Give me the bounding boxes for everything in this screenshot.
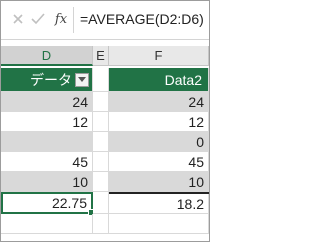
spreadsheet-window: fx =AVERAGE(D2:D6) D E F データ Data2 24 24… (0, 0, 210, 242)
result-cell-f[interactable]: 18.2 (109, 194, 209, 214)
column-e-cell[interactable] (93, 214, 109, 234)
column-e-cell[interactable] (93, 68, 109, 92)
table-cell-f[interactable]: 24 (109, 92, 209, 112)
column-e-cell[interactable] (93, 112, 109, 132)
filter-dropdown-icon[interactable] (75, 73, 89, 87)
column-header-e[interactable]: E (93, 46, 109, 66)
column-e-cell[interactable] (93, 152, 109, 172)
column-e-cell[interactable] (93, 192, 109, 214)
table-cell-d[interactable]: 24 (1, 92, 93, 112)
formula-bar: fx =AVERAGE(D2:D6) (1, 1, 209, 40)
table-cell-d[interactable]: 10 (1, 172, 93, 192)
formula-bar-divider (73, 7, 74, 33)
table-cell-d-empty[interactable] (1, 132, 93, 152)
formula-input[interactable]: =AVERAGE(D2:D6) (80, 11, 204, 27)
column-f-header-cell[interactable]: Data2 (109, 68, 209, 92)
column-e-cell[interactable] (93, 172, 109, 192)
column-e-cell[interactable] (93, 132, 109, 152)
table-cell-d[interactable]: 45 (1, 152, 93, 172)
column-e-cell[interactable] (93, 92, 109, 112)
table-cell-f[interactable]: 10 (109, 172, 209, 192)
active-result-cell-d[interactable]: 22.75 (1, 192, 93, 214)
function-icon[interactable]: fx (51, 10, 71, 28)
table-cell-f[interactable]: 45 (109, 152, 209, 172)
empty-cell[interactable] (1, 214, 93, 234)
table-cell-f[interactable]: 0 (109, 132, 209, 152)
table-cell-d[interactable]: 12 (1, 112, 93, 132)
column-header-d[interactable]: D (1, 46, 93, 66)
column-header-f[interactable]: F (109, 46, 209, 66)
empty-cell[interactable] (109, 214, 209, 234)
cancel-x-icon[interactable] (9, 10, 27, 28)
enter-check-icon[interactable] (29, 10, 47, 28)
table-cell-f[interactable]: 12 (109, 112, 209, 132)
